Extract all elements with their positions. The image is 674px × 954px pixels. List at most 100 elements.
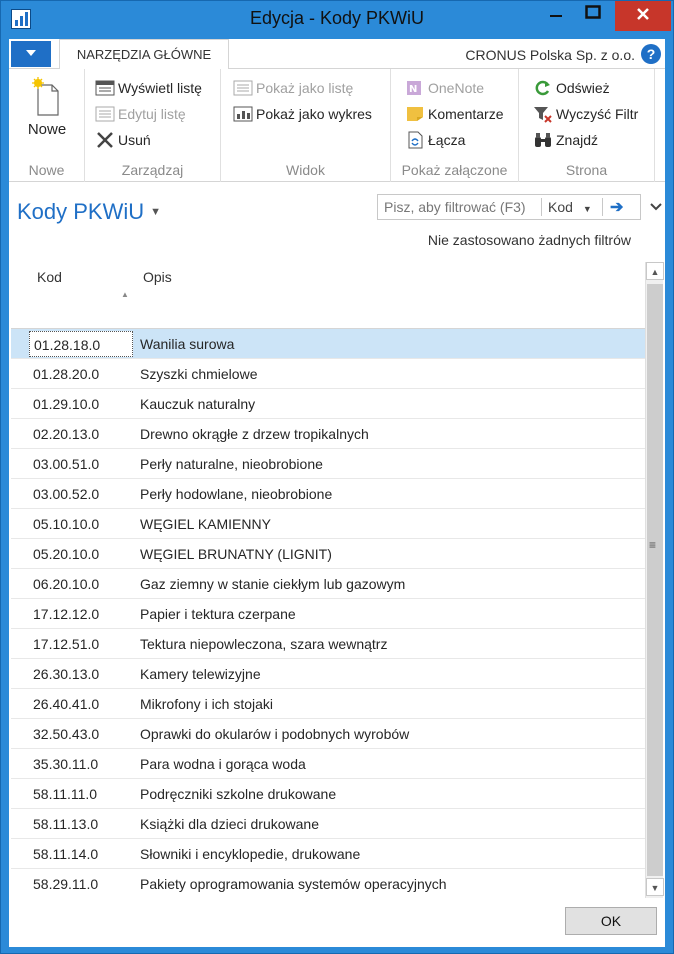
table-row[interactable]: 05.10.10.0 WĘGIEL KAMIENNY	[11, 509, 645, 539]
cell-opis: Perły naturalne, nieobrobione	[140, 456, 323, 472]
cell-opis: Para wodna i gorąca woda	[140, 756, 306, 772]
link-document-icon	[408, 131, 423, 149]
cell-kod[interactable]: 01.28.18.0	[29, 331, 133, 357]
table-row[interactable]: 03.00.52.0 Perły hodowlane, nieobrobione	[11, 479, 645, 509]
onenote-button[interactable]: N OneNote	[405, 77, 484, 99]
minimize-button[interactable]	[541, 1, 571, 31]
filter-box: Kod ▼ ➔	[377, 194, 641, 220]
view-list-label: Wyświetl listę	[118, 80, 202, 96]
chevron-down-icon: ▼	[582, 204, 592, 214]
new-button[interactable]: Nowe	[17, 77, 77, 138]
ok-button[interactable]: OK	[565, 907, 657, 935]
scrollbar-grip-icon: ≡	[649, 538, 657, 552]
clear-filter-icon	[534, 107, 552, 123]
table-row[interactable]: 58.29.11.0 Pakiety oprogramowania systemó…	[11, 869, 645, 898]
filter-input[interactable]	[384, 198, 534, 216]
group-label-zalaczone: Pokaż załączone	[401, 162, 508, 178]
close-icon	[637, 8, 649, 20]
cell-opis: Kamery telewizyjne	[140, 666, 261, 682]
filter-separator	[541, 198, 542, 216]
delete-button[interactable]: Usuń	[95, 129, 151, 151]
cell-opis: Szyszki chmielowe	[140, 366, 258, 382]
page-title-text: Kody PKWiU	[17, 199, 145, 224]
show-as-list-button[interactable]: Pokaż jako listę	[233, 77, 353, 99]
cell-kod: 05.10.10.0	[33, 516, 100, 532]
column-header-kod[interactable]: Kod	[37, 269, 62, 285]
data-grid: Kod ▲ Opis 01.28.18.0 Wanilia surowa 01.2…	[11, 262, 645, 898]
links-button[interactable]: Łącza	[405, 129, 465, 151]
table-row[interactable]: 17.12.12.0 Papier i tektura czerpane	[11, 599, 645, 629]
column-header-opis[interactable]: Opis	[143, 269, 172, 285]
edit-list-button[interactable]: Edytuj listę	[95, 103, 186, 125]
application-window: Edycja - Kody PKWiU NARZĘDZIA GŁÓWNE CRO…	[0, 0, 674, 954]
cell-opis: Kauczuk naturalny	[140, 396, 256, 412]
table-row[interactable]: 58.11.11.0 Podręczniki szkolne drukowane	[11, 779, 645, 809]
scrollbar-thumb[interactable]	[647, 284, 663, 876]
table-row[interactable]: 05.20.10.0 WĘGIEL BRUNATNY (LIGNIT)	[11, 539, 645, 569]
cell-opis: Podręczniki szkolne drukowane	[140, 786, 337, 802]
cell-kod: 03.00.51.0	[33, 456, 100, 472]
show-as-chart-button[interactable]: Pokaż jako wykres	[233, 103, 372, 125]
ribbon-group-zarzadzaj: Wyświetl listę Edytuj listę Usuń Zarządz…	[85, 69, 221, 182]
table-row[interactable]: 02.20.13.0 Drewno okrągłe z drzew tropika…	[11, 419, 645, 449]
find-button[interactable]: Znajdź	[533, 129, 598, 151]
refresh-button[interactable]: Odśwież	[533, 77, 610, 99]
help-icon[interactable]: ?	[641, 44, 661, 64]
cell-kod: 01.28.20.0	[33, 366, 100, 382]
apply-filter-arrow-icon[interactable]: ➔	[610, 197, 623, 217]
edit-list-icon	[95, 106, 115, 122]
maximize-button[interactable]	[573, 1, 613, 31]
cell-opis: WĘGIEL KAMIENNY	[140, 516, 271, 532]
refresh-label: Odśwież	[556, 80, 610, 96]
chevron-down-icon	[26, 50, 36, 56]
table-row[interactable]: 01.29.10.0 Kauczuk naturalny	[11, 389, 645, 419]
view-list-button[interactable]: Wyświetl listę	[95, 77, 202, 99]
find-label: Znajdź	[556, 132, 599, 148]
table-row[interactable]: 17.12.51.0 Tektura niepowleczona, szara w…	[11, 629, 645, 659]
group-label-widok: Widok	[286, 162, 325, 178]
table-row[interactable]: 01.28.20.0 Szyszki chmielowe	[11, 359, 645, 389]
table-row[interactable]: 03.00.51.0 Perły naturalne, nieobrobione	[11, 449, 645, 479]
cell-opis: Perły hodowlane, nieobrobione	[140, 486, 333, 502]
show-as-list-icon	[233, 80, 253, 96]
cell-kod: 02.20.13.0	[33, 426, 100, 442]
ribbon-group-strona: Odśwież Wyczyść Filtr Znajdź Strona	[519, 69, 655, 182]
cell-kod: 26.40.41.0	[33, 696, 100, 712]
table-row[interactable]: 58.11.14.0 Słowniki i encyklopedie, druko…	[11, 839, 645, 869]
clear-filter-button[interactable]: Wyczyść Filtr	[533, 103, 638, 125]
filter-status-text: Nie zastosowano żadnych filtrów	[427, 232, 631, 248]
filter-field-select[interactable]: Kod ▼	[548, 199, 592, 215]
cell-kod: 26.30.13.0	[33, 666, 100, 682]
scroll-down-icon[interactable]: ▼	[646, 878, 664, 896]
vertical-scrollbar[interactable]: ▲ ≡ ▼	[645, 262, 664, 898]
onenote-icon: N	[407, 81, 421, 95]
cell-opis: Gaz ziemny w stanie ciekłym lub gazowym	[140, 576, 406, 592]
table-row[interactable]: 26.30.13.0 Kamery telewizyjne	[11, 659, 645, 689]
comments-button[interactable]: Komentarze	[405, 103, 503, 125]
cell-kod: 58.11.14.0	[33, 846, 99, 862]
table-row[interactable]: 35.30.11.0 Para wodna i gorąca woda	[11, 749, 645, 779]
title-bar[interactable]: Edycja - Kody PKWiU	[1, 1, 673, 38]
cell-kod: 05.20.10.0	[33, 546, 100, 562]
page-title-dropdown-icon[interactable]: ▼	[150, 206, 161, 218]
application-menu-button[interactable]	[11, 41, 51, 67]
show-as-list-label: Pokaż jako listę	[256, 80, 354, 96]
collapse-chevron-icon[interactable]	[649, 199, 663, 215]
table-row[interactable]: 58.11.13.0 Książki dla dzieci drukowane	[11, 809, 645, 839]
new-document-icon	[32, 77, 59, 116]
binoculars-icon	[535, 133, 551, 147]
show-as-chart-icon	[233, 106, 253, 122]
delete-label: Usuń	[118, 132, 151, 148]
close-button[interactable]	[615, 1, 671, 31]
cell-opis: Tektura niepowleczona, szara wewnątrz	[140, 636, 388, 652]
table-row[interactable]: 06.20.10.0 Gaz ziemny w stanie ciekłym lu…	[11, 569, 645, 599]
table-row[interactable]: 32.50.43.0 Oprawki do okularów i podobnyc…	[11, 719, 645, 749]
ribbon-group-zalaczone: N OneNote Komentarze Łącza Pokaż załączon…	[391, 69, 519, 182]
scroll-up-icon[interactable]: ▲	[646, 262, 664, 280]
page-title[interactable]: Kody PKWiU ▼	[17, 199, 161, 225]
table-row[interactable]: 01.28.18.0 Wanilia surowa	[11, 329, 645, 359]
table-row[interactable]: 26.40.41.0 Mikrofony i ich stojaki	[11, 689, 645, 719]
tab-home[interactable]: NARZĘDZIA GŁÓWNE	[59, 39, 229, 70]
ribbon: Nowe Nowe Wyświetl listę Edytuj listę Us…	[9, 69, 665, 182]
comments-label: Komentarze	[428, 106, 504, 122]
